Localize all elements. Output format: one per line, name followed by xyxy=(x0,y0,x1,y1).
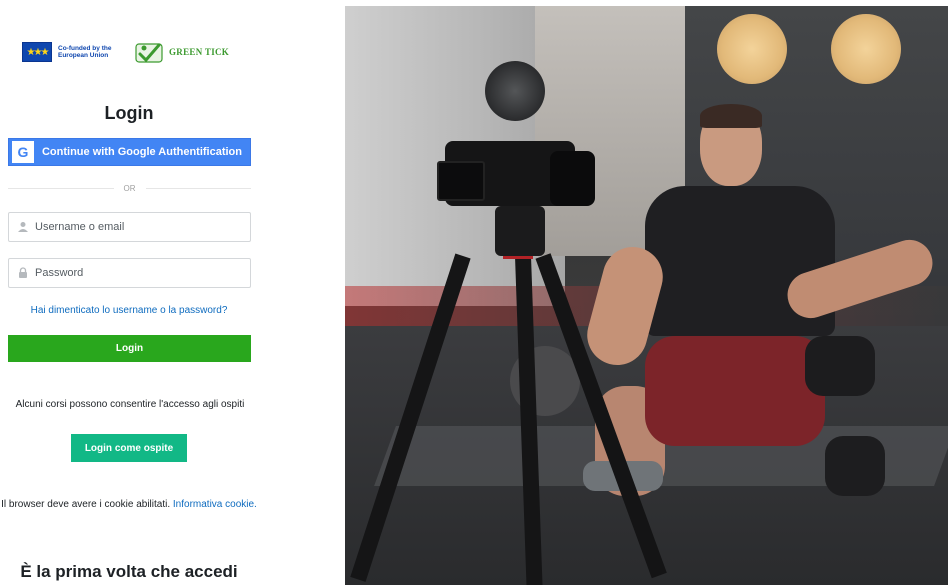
green-tick-text: GREEN TICK xyxy=(169,47,230,57)
or-text: OR xyxy=(123,183,136,193)
first-time-heading: È la prima volta che accedi xyxy=(20,562,238,581)
cookie-notice-text: Il browser deve avere i cookie abilitati… xyxy=(1,499,171,510)
forgot-password-link[interactable]: Hai dimenticato lo username o la passwor… xyxy=(0,305,258,316)
dumbbell xyxy=(805,336,875,396)
cookie-policy-link[interactable]: Informativa cookie. xyxy=(173,499,257,510)
guest-login-button[interactable]: Login come ospite xyxy=(71,434,187,462)
or-separator: OR xyxy=(8,182,251,194)
google-icon: G xyxy=(12,141,34,163)
ceiling-lamp xyxy=(717,14,787,84)
password-input[interactable] xyxy=(35,267,250,279)
eu-cofunded-text: Co-funded by the European Union xyxy=(58,45,112,59)
hero-image xyxy=(345,6,948,585)
lock-icon xyxy=(19,267,27,278)
header-logos: ★★★ Co-funded by the European Union GREE… xyxy=(22,38,229,66)
login-button[interactable]: Login xyxy=(8,335,251,362)
eu-flag-icon: ★★★ xyxy=(22,42,52,62)
cookie-notice: Il browser deve avere i cookie abilitati… xyxy=(0,497,258,512)
login-title: Login xyxy=(104,103,154,123)
tripod-head xyxy=(495,206,545,256)
user-icon xyxy=(18,222,28,232)
google-auth-button[interactable]: G Continue with Google Authentification xyxy=(8,138,251,166)
ceiling-lamp xyxy=(831,14,901,84)
username-input[interactable] xyxy=(35,221,250,233)
green-tick-logo-icon xyxy=(135,43,163,63)
login-panel: ★★★ Co-funded by the European Union GREE… xyxy=(0,0,258,585)
camera-lens xyxy=(550,151,595,206)
guest-access-text: Alcuni corsi possono consentire l'access… xyxy=(15,399,245,410)
username-field[interactable] xyxy=(8,212,251,242)
dumbbell xyxy=(825,436,885,496)
camera-screen xyxy=(437,161,485,201)
password-field[interactable] xyxy=(8,258,251,288)
google-auth-label: Continue with Google Authentification xyxy=(41,146,242,158)
microphone-icon xyxy=(485,61,545,121)
